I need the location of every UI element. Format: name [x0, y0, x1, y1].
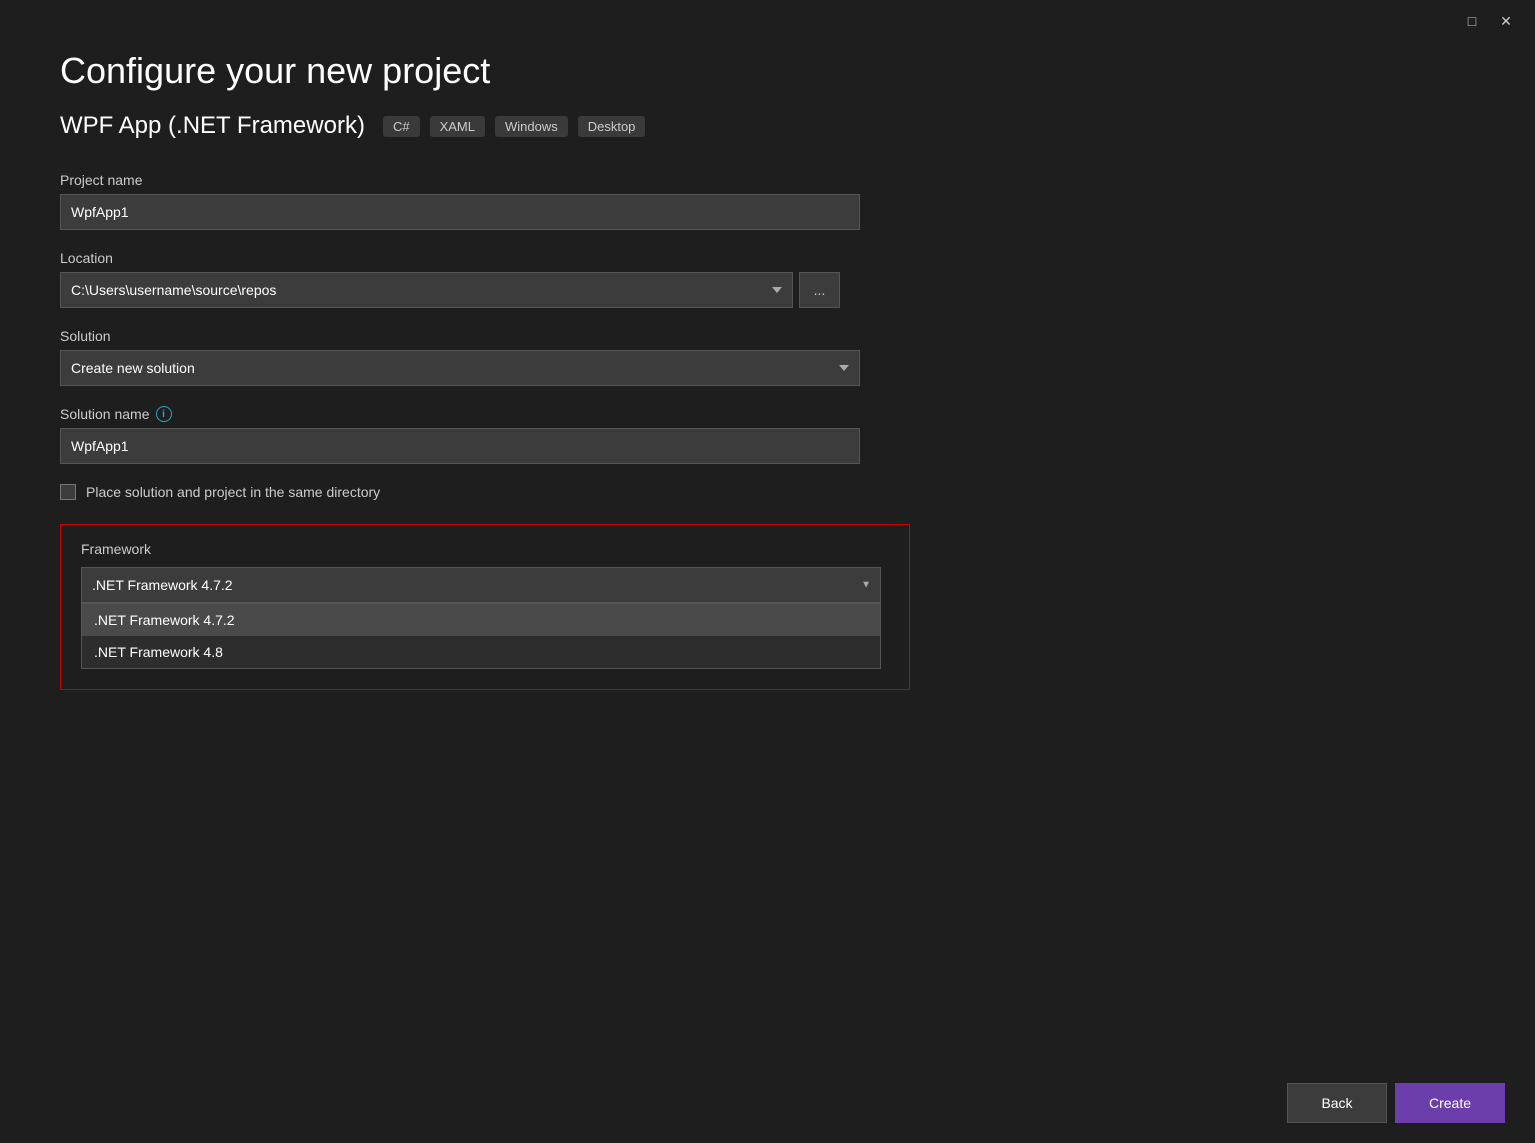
framework-option-2[interactable]: .NET Framework 4.8 — [82, 636, 880, 668]
create-button[interactable]: Create — [1395, 1083, 1505, 1123]
location-row: C:\Users\username\source\repos ... — [60, 272, 840, 308]
page-title: Configure your new project — [60, 50, 840, 92]
location-select[interactable]: C:\Users\username\source\repos — [60, 272, 793, 308]
framework-dropdown-list: .NET Framework 4.7.2 .NET Framework 4.8 — [81, 603, 881, 669]
project-name-input[interactable] — [60, 194, 860, 230]
framework-select[interactable]: .NET Framework 4.7.2 — [81, 567, 881, 603]
solution-select[interactable]: Create new solution — [60, 350, 860, 386]
maximize-button[interactable]: □ — [1463, 12, 1481, 30]
framework-label: Framework — [81, 541, 889, 557]
tag-csharp: C# — [383, 116, 420, 137]
back-button[interactable]: Back — [1287, 1083, 1387, 1123]
location-label: Location — [60, 250, 840, 266]
project-name-group: Project name — [60, 172, 840, 230]
project-name-label: Project name — [60, 172, 840, 188]
same-directory-label: Place solution and project in the same d… — [86, 484, 380, 500]
project-type-row: WPF App (.NET Framework) C# XAML Windows… — [60, 112, 840, 140]
framework-section: Framework .NET Framework 4.7.2 ▼ .NET Fr… — [60, 524, 910, 690]
framework-select-wrapper: .NET Framework 4.7.2 ▼ — [81, 567, 881, 603]
same-directory-row: Place solution and project in the same d… — [60, 484, 840, 500]
solution-label: Solution — [60, 328, 840, 344]
solution-group: Solution Create new solution — [60, 328, 840, 386]
main-content: Configure your new project WPF App (.NET… — [0, 0, 900, 760]
framework-option-1[interactable]: .NET Framework 4.7.2 — [82, 604, 880, 636]
solution-name-info-icon[interactable]: i — [156, 406, 172, 422]
bottom-bar: Back Create — [1257, 1063, 1535, 1143]
same-directory-checkbox[interactable] — [60, 484, 76, 500]
tag-xaml: XAML — [430, 116, 485, 137]
location-group: Location C:\Users\username\source\repos … — [60, 250, 840, 308]
close-button[interactable]: ✕ — [1497, 12, 1515, 30]
project-type-name: WPF App (.NET Framework) — [60, 112, 365, 140]
solution-name-label: Solution name i — [60, 406, 840, 422]
tag-windows: Windows — [495, 116, 568, 137]
tag-desktop: Desktop — [578, 116, 646, 137]
solution-name-group: Solution name i — [60, 406, 840, 464]
solution-name-input[interactable] — [60, 428, 860, 464]
browse-button[interactable]: ... — [799, 272, 840, 308]
titlebar: □ ✕ — [1443, 0, 1535, 42]
